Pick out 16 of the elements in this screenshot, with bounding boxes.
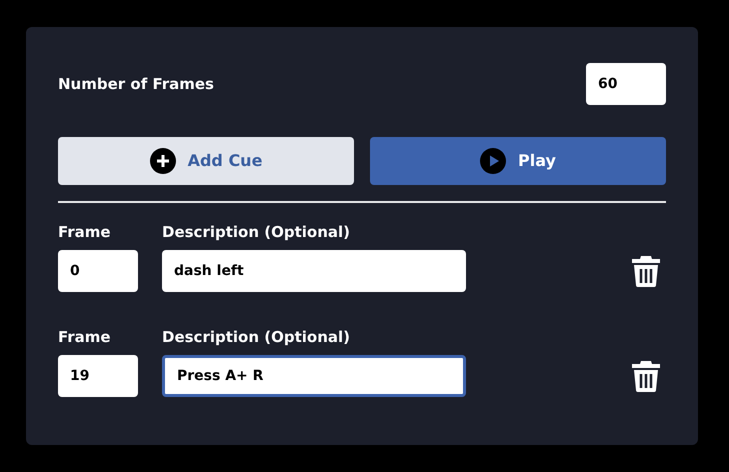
frames-label: Number of Frames [58, 74, 214, 95]
play-icon [480, 148, 506, 174]
frame-input[interactable]: 0 [58, 250, 138, 292]
frame-input[interactable]: 19 [58, 355, 138, 397]
frames-input[interactable]: 60 [586, 63, 666, 105]
add-cue-button[interactable]: Add Cue [58, 137, 354, 185]
description-label: Description (Optional) [162, 327, 351, 347]
frame-label: Frame [58, 222, 112, 242]
plus-icon [150, 148, 176, 174]
trash-icon[interactable] [632, 360, 660, 392]
trash-icon[interactable] [632, 256, 660, 286]
description-input[interactable]: Press A+ R [162, 355, 466, 397]
play-button[interactable]: Play [370, 137, 666, 185]
description-input[interactable]: dash left [162, 250, 466, 292]
description-label: Description (Optional) [162, 222, 351, 242]
frame-label: Frame [58, 327, 112, 347]
